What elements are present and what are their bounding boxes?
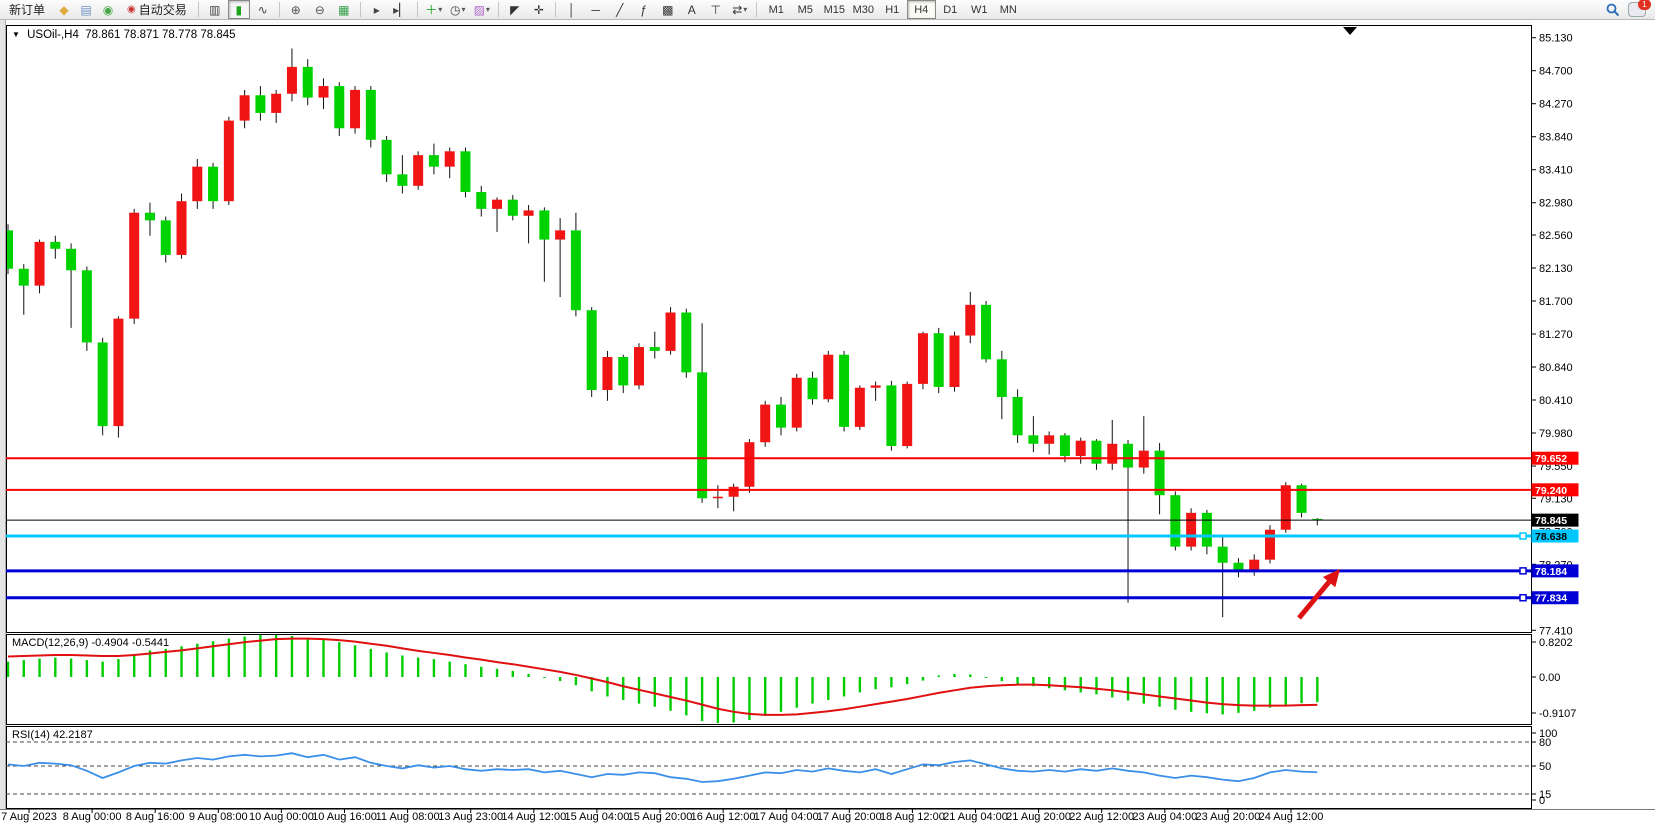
fibonacci-icon[interactable]: ƒ xyxy=(633,0,655,19)
label-icon[interactable]: ⊤ xyxy=(705,0,727,19)
line-chart-icon[interactable]: ∿ xyxy=(252,0,274,19)
timeframe-w1[interactable]: W1 xyxy=(965,0,994,19)
arrows-icon[interactable]: ⇄▾ xyxy=(729,0,751,19)
timeframe-d1[interactable]: D1 xyxy=(936,0,965,19)
indicators-icon-dropdown[interactable]: ▾ xyxy=(438,5,442,14)
crosshair-icon[interactable]: ✛ xyxy=(528,0,550,19)
chart-shift-icon[interactable]: ▸▏ xyxy=(390,0,412,19)
toolbar: 新订单 ◆▤◉ ◉ 自动交易 ▥▮∿⊕⊖▦▸▸▏＋▾◷▾▨▾◤✛│─╱ƒ▩A⊤⇄… xyxy=(0,0,1655,20)
timeframe-group: M1M5M15M30H1H4D1W1MN xyxy=(762,0,1023,19)
chart-title: ▼ USOil-,H4 78.861 78.871 78.778 78.845 xyxy=(12,29,236,41)
macd-label: MACD(12,26,9) -0.4904 -0.5441 xyxy=(12,637,169,649)
chat-icon[interactable]: 1 xyxy=(1628,2,1646,17)
toolbar-separator xyxy=(555,2,556,17)
template-icon-dropdown[interactable]: ▾ xyxy=(486,5,490,14)
zoom-out-icon[interactable]: ⊖ xyxy=(309,0,331,19)
search-icon[interactable] xyxy=(1606,3,1620,17)
toolbar-separator xyxy=(198,2,199,17)
timeframe-h4[interactable]: H4 xyxy=(907,0,936,19)
signals-icon[interactable]: ◉ xyxy=(97,0,119,19)
terminal-icon[interactable]: ▤ xyxy=(75,0,97,19)
template-icon[interactable]: ▨▾ xyxy=(471,0,493,19)
indicators-icon[interactable]: ＋▾ xyxy=(423,0,445,19)
timeframe-m15[interactable]: M15 xyxy=(820,0,849,19)
text-icon[interactable]: A xyxy=(681,0,703,19)
auto-trading-icon: ◉ xyxy=(127,4,136,15)
chat-badge: 1 xyxy=(1638,0,1651,10)
ohlc-values: 78.861 78.871 78.778 78.845 xyxy=(85,29,235,41)
new-order-button[interactable]: 新订单 xyxy=(3,1,51,18)
tile-windows-icon[interactable]: ▦ xyxy=(333,0,355,19)
toolbar-separator xyxy=(417,2,418,17)
timeframe-mn[interactable]: MN xyxy=(994,0,1023,19)
price-axis[interactable] xyxy=(1532,20,1655,809)
auto-scroll-icon[interactable]: ▸ xyxy=(366,0,388,19)
vertical-line-icon[interactable]: │ xyxy=(561,0,583,19)
price-chart-panel[interactable] xyxy=(6,25,1532,633)
timeframe-m1[interactable]: M1 xyxy=(762,0,791,19)
time-axis[interactable] xyxy=(0,809,1655,832)
timeframe-m5[interactable]: M5 xyxy=(791,0,820,19)
orders-icon[interactable]: ◆ xyxy=(53,0,75,19)
rsi-panel[interactable] xyxy=(6,726,1532,809)
bar-chart-icon[interactable]: ▥ xyxy=(204,0,226,19)
toolbar-separator xyxy=(279,2,280,17)
auto-trading-button[interactable]: ◉ 自动交易 xyxy=(121,1,193,18)
timeframe-m30[interactable]: M30 xyxy=(849,0,878,19)
macd-panel[interactable] xyxy=(6,634,1532,725)
candlestick-chart-icon[interactable]: ▮ xyxy=(228,0,250,19)
toolbar-separator xyxy=(756,2,757,17)
trendline-icon[interactable]: ╱ xyxy=(609,0,631,19)
periods-icon[interactable]: ◷▾ xyxy=(447,0,469,19)
symbol-dropdown-icon[interactable]: ▼ xyxy=(12,30,20,39)
timeframe-h1[interactable]: H1 xyxy=(878,0,907,19)
zoom-in-icon[interactable]: ⊕ xyxy=(285,0,307,19)
mt4-window: 新订单 ◆▤◉ ◉ 自动交易 ▥▮∿⊕⊖▦▸▸▏＋▾◷▾▨▾◤✛│─╱ƒ▩A⊤⇄… xyxy=(0,0,1655,832)
periods-icon-dropdown[interactable]: ▾ xyxy=(462,5,466,14)
horizontal-line-icon[interactable]: ─ xyxy=(585,0,607,19)
rsi-label: RSI(14) 42.2187 xyxy=(12,729,93,741)
channel-icon[interactable]: ▩ xyxy=(657,0,679,19)
cursor-icon[interactable]: ◤ xyxy=(504,0,526,19)
arrows-icon-dropdown[interactable]: ▾ xyxy=(743,5,747,14)
toolbar-separator xyxy=(498,2,499,17)
toolbar-separator xyxy=(360,2,361,17)
